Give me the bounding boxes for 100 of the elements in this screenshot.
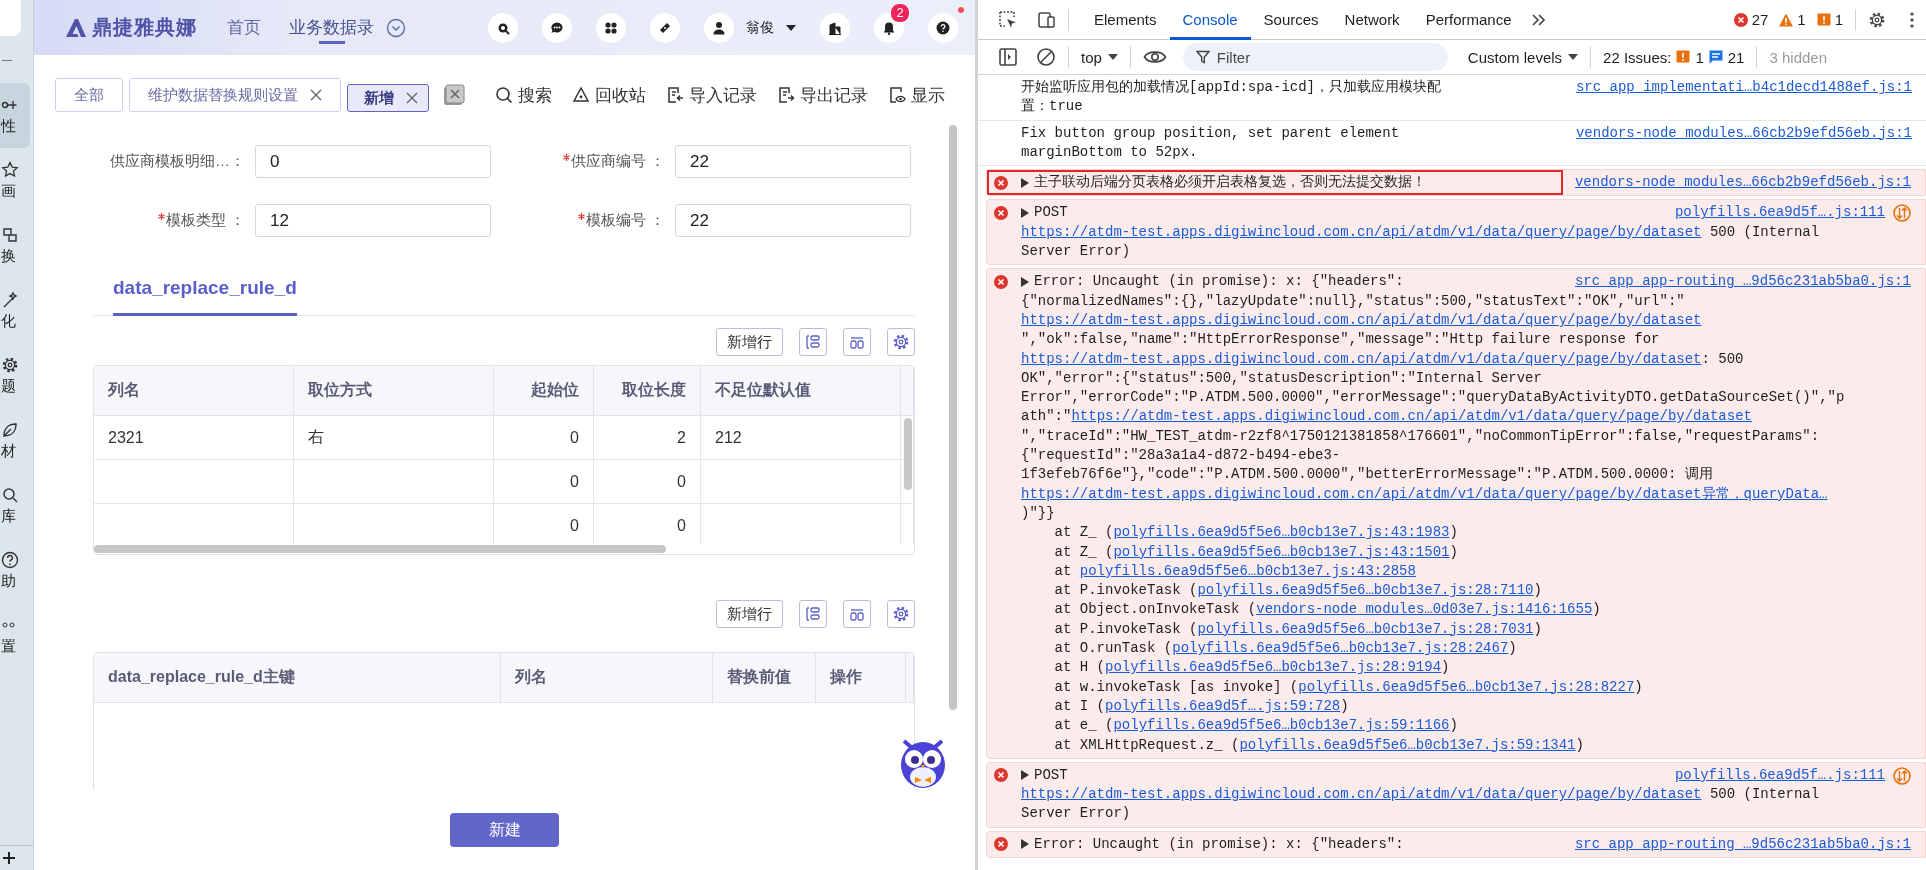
plus-icon[interactable] (2, 851, 16, 865)
console-link[interactable]: https://atdm-test.apps.digiwincloud.com.cn/api/atdm/v1/data/query/page/by/dataset异常，queryData… (1021, 485, 1828, 502)
console-link[interactable]: polyfills.6ea9d5f5e6…b0cb13e7.js:28:2467 (1172, 640, 1509, 656)
input-field[interactable]: 12 (255, 204, 491, 237)
sidebar-item[interactable]: 换 (0, 213, 30, 278)
user-avatar[interactable] (704, 12, 734, 43)
source-link[interactable]: vendors-node_modules…66cb2b9efd56eb.js:1 (1575, 123, 1912, 143)
toolbar-button[interactable]: 导入记录 (666, 83, 757, 107)
log-levels-dropdown[interactable]: Custom levels (1467, 48, 1579, 66)
create-button[interactable]: 新建 (450, 813, 559, 847)
console-link[interactable]: polyfills.6ea9d5f5e6…b0cb13e7.js:43:1501 (1113, 543, 1450, 560)
source-link[interactable]: src_app_app-routing_…9d56c231ab5ba0.js:1 (1574, 834, 1911, 854)
console-link[interactable]: polyfills.6ea9d5f5e6…b0cb13e7.js:28:8227 (1298, 678, 1635, 695)
expand-arrow-icon[interactable] (1021, 177, 1029, 188)
message-count[interactable]: 21 (1727, 48, 1745, 66)
vertical-scrollbar[interactable] (949, 125, 957, 710)
console-link[interactable]: vendors-node_modules…0d03e7.js:1416:1655 (1256, 601, 1593, 618)
toolbar-button[interactable]: 导出记录 (777, 83, 868, 107)
expand-arrow-icon[interactable] (1021, 208, 1029, 219)
source-link[interactable]: polyfills.6ea9d5f….js:111 (1674, 765, 1885, 786)
building-button[interactable] (820, 12, 850, 43)
eye-icon[interactable] (1142, 49, 1167, 65)
console-link[interactable]: https://atdm-test.apps.digiwincloud.com.cn/api/atdm/v1/data/query/page/by/dataset (1021, 311, 1702, 328)
vertical-scrollbar[interactable] (904, 418, 912, 490)
sidebar-item[interactable]: 题 (0, 343, 30, 408)
devtools-tab[interactable]: Sources (1250, 0, 1332, 40)
issues-label[interactable]: 22 Issues: (1603, 48, 1672, 66)
page-tab[interactable]: 新增 (347, 84, 429, 112)
warning-count[interactable]: 1 (1797, 11, 1806, 28)
toolbar-button[interactable]: 搜索 (495, 83, 552, 107)
sidebar-item[interactable]: 性 (0, 83, 30, 148)
close-icon[interactable] (310, 89, 322, 101)
console-link[interactable]: polyfills.6ea9d5f5e6…b0cb13e7.js:28:7110 (1197, 582, 1534, 599)
search-button[interactable] (488, 12, 518, 43)
console-link[interactable]: polyfills.6ea9d5f5e6…b0cb13e7.js:43:2858 (1079, 562, 1416, 579)
inspect-icon[interactable] (998, 9, 1018, 30)
console-link[interactable]: polyfills.6ea9d5f5e6…b0cb13e7.js:43:1983 (1113, 524, 1450, 541)
network-icon[interactable] (1893, 766, 1911, 785)
source-link[interactable]: src_app_app-routing_…9d56c231ab5ba0.js:1 (1574, 272, 1911, 292)
clear-console-icon[interactable] (1036, 47, 1056, 67)
sidebar-item[interactable]: 助 (0, 538, 30, 603)
input-field[interactable]: 22 (675, 204, 911, 237)
sidebar-item[interactable]: 画 (0, 148, 30, 213)
console-link[interactable]: polyfills.6ea9d5f….js:59:728 (1105, 697, 1341, 714)
error-count[interactable]: 27 (1751, 11, 1769, 28)
devtools-tab[interactable]: Performance (1412, 0, 1525, 40)
devtools-tab[interactable]: Console (1169, 0, 1251, 40)
console-link[interactable]: polyfills.6ea9d5f5e6…b0cb13e7.js:59:1166 (1113, 717, 1450, 734)
add-row-button[interactable]: 新增行 (716, 328, 783, 356)
caret-down-icon[interactable] (786, 24, 796, 31)
device-icon[interactable] (1036, 9, 1056, 30)
sidebar-item[interactable]: 置 (0, 603, 30, 668)
nav-tab[interactable]: 首页 (227, 0, 261, 55)
expand-arrow-icon[interactable] (1021, 277, 1029, 287)
more-tabs-icon[interactable] (1530, 12, 1547, 27)
chat-button[interactable] (542, 12, 572, 43)
section-tab[interactable]: data_replace_rule_d (113, 262, 297, 316)
grid-button[interactable] (596, 12, 626, 43)
columns-button[interactable] (843, 600, 871, 628)
issue-count[interactable]: 1 (1834, 11, 1843, 28)
issue-count[interactable]: 1 (1695, 48, 1704, 66)
console-link[interactable]: https://atdm-test.apps.digiwincloud.com.cn/api/atdm/v1/data/query/page/by/dataset (1021, 350, 1702, 367)
settings-button[interactable] (887, 600, 915, 628)
sidebar-item[interactable]: 化 (0, 278, 30, 343)
add-row-button[interactable]: 新增行 (716, 600, 783, 628)
rows-button[interactable] (799, 600, 827, 628)
console-link[interactable]: polyfills.6ea9d5f5e6…b0cb13e7.js:59:1341 (1239, 736, 1576, 753)
console-link[interactable]: https://atdm-test.apps.digiwincloud.com.cn/api/atdm/v1/data/query/page/by/dataset (1071, 408, 1752, 425)
sidebar-item[interactable]: 库 (0, 473, 30, 538)
horizontal-scrollbar[interactable] (94, 545, 666, 553)
filter-field[interactable]: Filter (1182, 43, 1448, 71)
expand-arrow-icon[interactable] (1021, 770, 1029, 781)
input-field[interactable]: 22 (675, 145, 911, 178)
console-link[interactable]: https://atdm-test.apps.digiwincloud.com.cn/api/atdm/v1/data/query/page/by/dataset (1021, 786, 1702, 803)
page-tab[interactable]: 维护数据替换规则设置 (129, 78, 341, 112)
columns-button[interactable] (843, 328, 871, 356)
help-button[interactable] (928, 12, 958, 43)
rows-button[interactable] (799, 328, 827, 356)
source-link[interactable]: vendors-node_modules…66cb2b9efd56eb.js:1 (1574, 173, 1911, 193)
page-tab[interactable]: 全部 (55, 78, 123, 112)
devtools-tab[interactable]: Network (1331, 0, 1413, 40)
user-name[interactable]: 翁俊 (746, 18, 774, 37)
close-all-icon[interactable] (443, 84, 465, 106)
chevron-down-circle-icon[interactable] (386, 17, 406, 38)
console-link[interactable]: https://atdm-test.apps.digiwincloud.com.cn/api/atdm/v1/data/query/page/by/dataset (1021, 223, 1702, 240)
sidebar-toggle-icon[interactable] (998, 47, 1018, 67)
context-dropdown[interactable]: top (1081, 48, 1118, 66)
settings-icon[interactable] (1868, 10, 1886, 29)
devtools-tab[interactable]: Elements (1081, 0, 1170, 40)
source-link[interactable]: polyfills.6ea9d5f….js:111 (1674, 203, 1885, 223)
settings-button[interactable] (887, 328, 915, 356)
console-link[interactable]: polyfills.6ea9d5f5e6…b0cb13e7.js:28:9194 (1105, 659, 1442, 676)
ticket-button[interactable] (650, 12, 680, 43)
more-menu-icon[interactable] (1910, 11, 1914, 28)
console-link[interactable]: polyfills.6ea9d5f5e6…b0cb13e7.js:28:7031 (1197, 620, 1534, 637)
sidebar-item[interactable]: 材 (0, 408, 30, 473)
expand-arrow-icon[interactable] (1021, 839, 1029, 850)
toolbar-button[interactable]: 回收站 (572, 83, 646, 107)
input-field[interactable]: 0 (255, 145, 491, 178)
toolbar-button[interactable]: 显示 (888, 83, 945, 107)
